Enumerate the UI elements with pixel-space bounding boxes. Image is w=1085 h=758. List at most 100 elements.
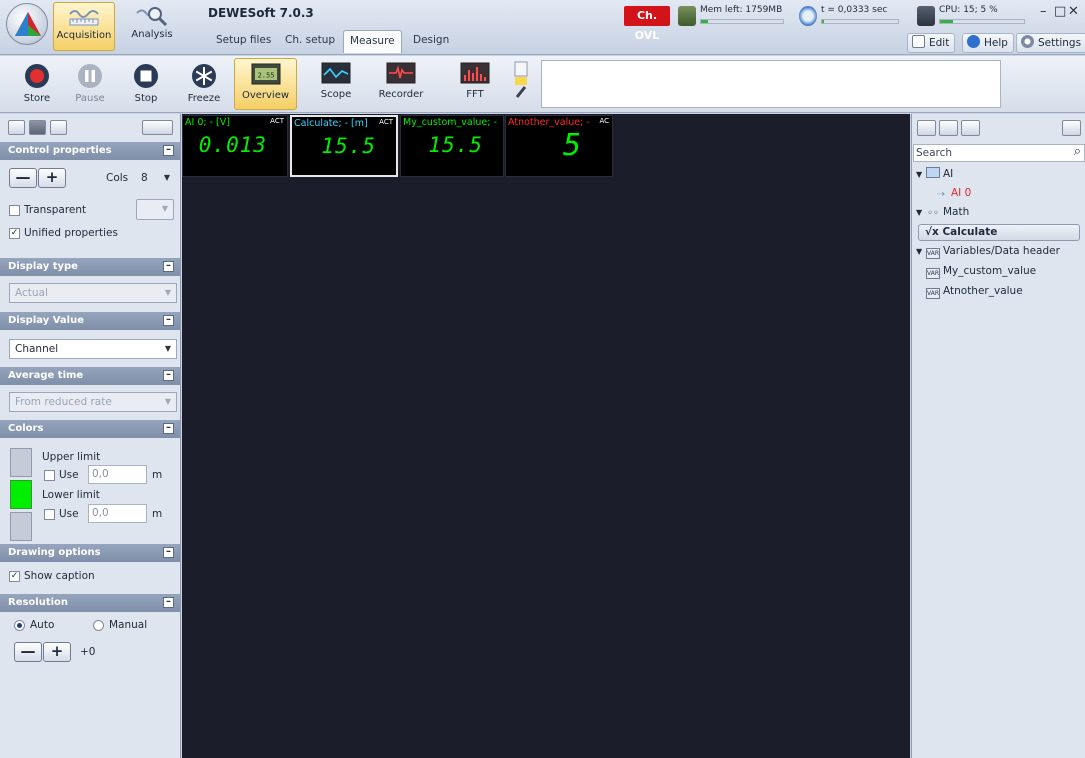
mid-color-swatch[interactable] [10, 480, 32, 509]
recorder-button[interactable]: Recorder [369, 58, 433, 110]
upper-limit-input[interactable]: 0,0 [88, 465, 147, 484]
channel-list-icon[interactable] [917, 120, 936, 136]
transparent-checkbox[interactable] [9, 205, 20, 216]
note-pen-icon[interactable] [513, 61, 531, 101]
average-time-header[interactable]: Average time – [0, 367, 180, 385]
tree-item-calculate[interactable]: √x Calculate [918, 224, 1080, 241]
collapse-icon[interactable]: – [163, 423, 174, 434]
tree-group-variables[interactable]: ▼ VAR Variables/Data header [916, 245, 1060, 259]
maximize-button[interactable]: □ [1054, 4, 1066, 19]
tree-group-ai-label: AI [943, 168, 954, 180]
resolution-minus-button[interactable]: — [14, 642, 42, 662]
upper-color-swatch[interactable] [10, 448, 32, 477]
properties-panel: Control properties – — + Cols 8 ▼ Transp… [0, 114, 181, 758]
manual-radio[interactable] [93, 620, 104, 631]
tree-item-ai0-label: AI 0 [951, 187, 972, 199]
transparent-color-picker[interactable]: ▼ [136, 199, 174, 220]
collapse-icon[interactable]: – [163, 370, 174, 381]
collapse-icon[interactable]: – [163, 145, 174, 156]
tree-item-atnother-value[interactable]: VAR Atnother_value [926, 285, 1023, 299]
tab-measure[interactable]: Measure [343, 30, 402, 53]
lower-color-swatch[interactable] [10, 512, 32, 541]
list-icon[interactable] [939, 120, 958, 136]
pause-button[interactable]: Pause [68, 58, 112, 110]
upper-unit-label: m [152, 469, 163, 481]
channel-overload-badge[interactable]: Ch. OVL [624, 6, 670, 42]
mode-analysis-button[interactable]: Analysis [121, 2, 183, 51]
measure-canvas[interactable]: AI 0; - [V] ACT 0.013 Calculate; - [m] A… [182, 114, 910, 758]
cols-select[interactable]: 8 ▼ [136, 169, 175, 189]
cols-minus-button[interactable]: — [9, 168, 37, 188]
panel-icon[interactable] [1062, 120, 1081, 136]
table-view-icon[interactable] [8, 120, 25, 135]
average-time-select[interactable]: From reduced rate ▼ [9, 392, 177, 412]
resolution-plus-button[interactable]: + [43, 642, 71, 662]
stop-button[interactable]: Stop [124, 58, 168, 110]
overview-button[interactable]: 2.55 Overview [234, 58, 297, 110]
colors-header[interactable]: Colors – [0, 420, 180, 438]
collapse-icon[interactable]: – [163, 315, 174, 326]
meter-caption: AI 0; - [V] [185, 117, 230, 128]
minimize-button[interactable]: – [1040, 4, 1047, 19]
graph-view-icon[interactable] [50, 120, 67, 135]
display-type-title: Display type [8, 261, 78, 272]
meter-caption: Calculate; - [m] [294, 118, 368, 129]
lower-limit-input[interactable]: 0,0 [88, 504, 147, 523]
freeze-button[interactable]: Freeze [180, 58, 228, 110]
collapse-icon[interactable]: – [163, 597, 174, 608]
drawing-options-header[interactable]: Drawing options – [0, 544, 180, 562]
search-icon[interactable]: ⌕ [1074, 144, 1081, 160]
store-button[interactable]: Store [15, 58, 59, 110]
expand-icon[interactable]: ▼ [916, 170, 926, 179]
unified-properties-checkbox[interactable]: ✓ [9, 228, 20, 239]
display-type-header[interactable]: Display type – [0, 258, 180, 276]
stop-icon [134, 64, 158, 88]
close-button[interactable]: ✕ [1068, 4, 1079, 19]
collapse-icon[interactable]: – [163, 261, 174, 272]
digital-view-icon[interactable] [29, 120, 46, 135]
upper-limit-label: Upper limit [42, 451, 101, 463]
show-caption-checkbox[interactable]: ✓ [9, 571, 20, 582]
resolution-header[interactable]: Resolution – [0, 594, 180, 612]
cols-plus-button[interactable]: + [38, 168, 66, 188]
collapse-icon[interactable]: – [163, 547, 174, 558]
auto-radio[interactable] [14, 620, 25, 631]
note-field[interactable] [541, 60, 1001, 108]
cpu-icon [917, 6, 935, 26]
tab-ch-setup[interactable]: Ch. setup [279, 30, 341, 53]
tree-item-ai0[interactable]: ⇢ AI 0 [934, 187, 972, 201]
auto-label: Auto [30, 619, 55, 631]
help-button[interactable]: Help [962, 33, 1014, 53]
tree-item-my-custom-value[interactable]: VAR My_custom_value [926, 265, 1036, 279]
edit-button[interactable]: Edit [907, 33, 956, 53]
display-value-header[interactable]: Display Value – [0, 312, 180, 330]
digital-meter-ai0[interactable]: AI 0; - [V] ACT 0.013 [182, 115, 288, 177]
digital-meter-atnother-value[interactable]: Atnother_value; - AC 5 [505, 115, 613, 177]
scope-button[interactable]: Scope [313, 58, 359, 110]
settings-button[interactable]: Settings [1016, 33, 1085, 53]
pointer-icon[interactable] [961, 120, 980, 136]
display-value-select[interactable]: Channel ▼ [9, 339, 177, 359]
upper-use-checkbox[interactable] [44, 470, 55, 481]
search-input[interactable]: Search ⌕ [913, 144, 1085, 162]
mode-acquisition-button[interactable]: Acquisition [53, 2, 115, 51]
expand-icon[interactable]: ▼ [916, 247, 926, 256]
digital-meter-my-custom-value[interactable]: My_custom_value; - 15.5 [400, 115, 504, 177]
tree-group-math[interactable]: ▼ ◦◦ Math [916, 206, 969, 220]
digital-meter-calculate[interactable]: Calculate; - [m] ACT 15.5 [290, 115, 398, 177]
tree-group-ai[interactable]: ▼ AI [916, 167, 953, 180]
average-time-title: Average time [8, 370, 84, 381]
tab-setup-files[interactable]: Setup files [210, 30, 277, 53]
fft-button[interactable]: FFT [455, 58, 495, 110]
lower-use-checkbox[interactable] [44, 509, 55, 520]
meter-caption: My_custom_value; - [403, 117, 497, 128]
control-properties-header[interactable]: Control properties – [0, 142, 180, 160]
tree-group-variables-label: Variables/Data header [943, 245, 1060, 257]
display-type-select[interactable]: Actual ▼ [9, 283, 177, 303]
dewesoft-logo[interactable] [6, 3, 48, 45]
expand-icon[interactable]: ▼ [916, 208, 926, 217]
tab-design[interactable]: Design [407, 30, 455, 53]
cols-value: 8 [141, 172, 148, 184]
ruler-icon[interactable] [142, 120, 173, 135]
sqrt-icon: √x [925, 226, 943, 238]
